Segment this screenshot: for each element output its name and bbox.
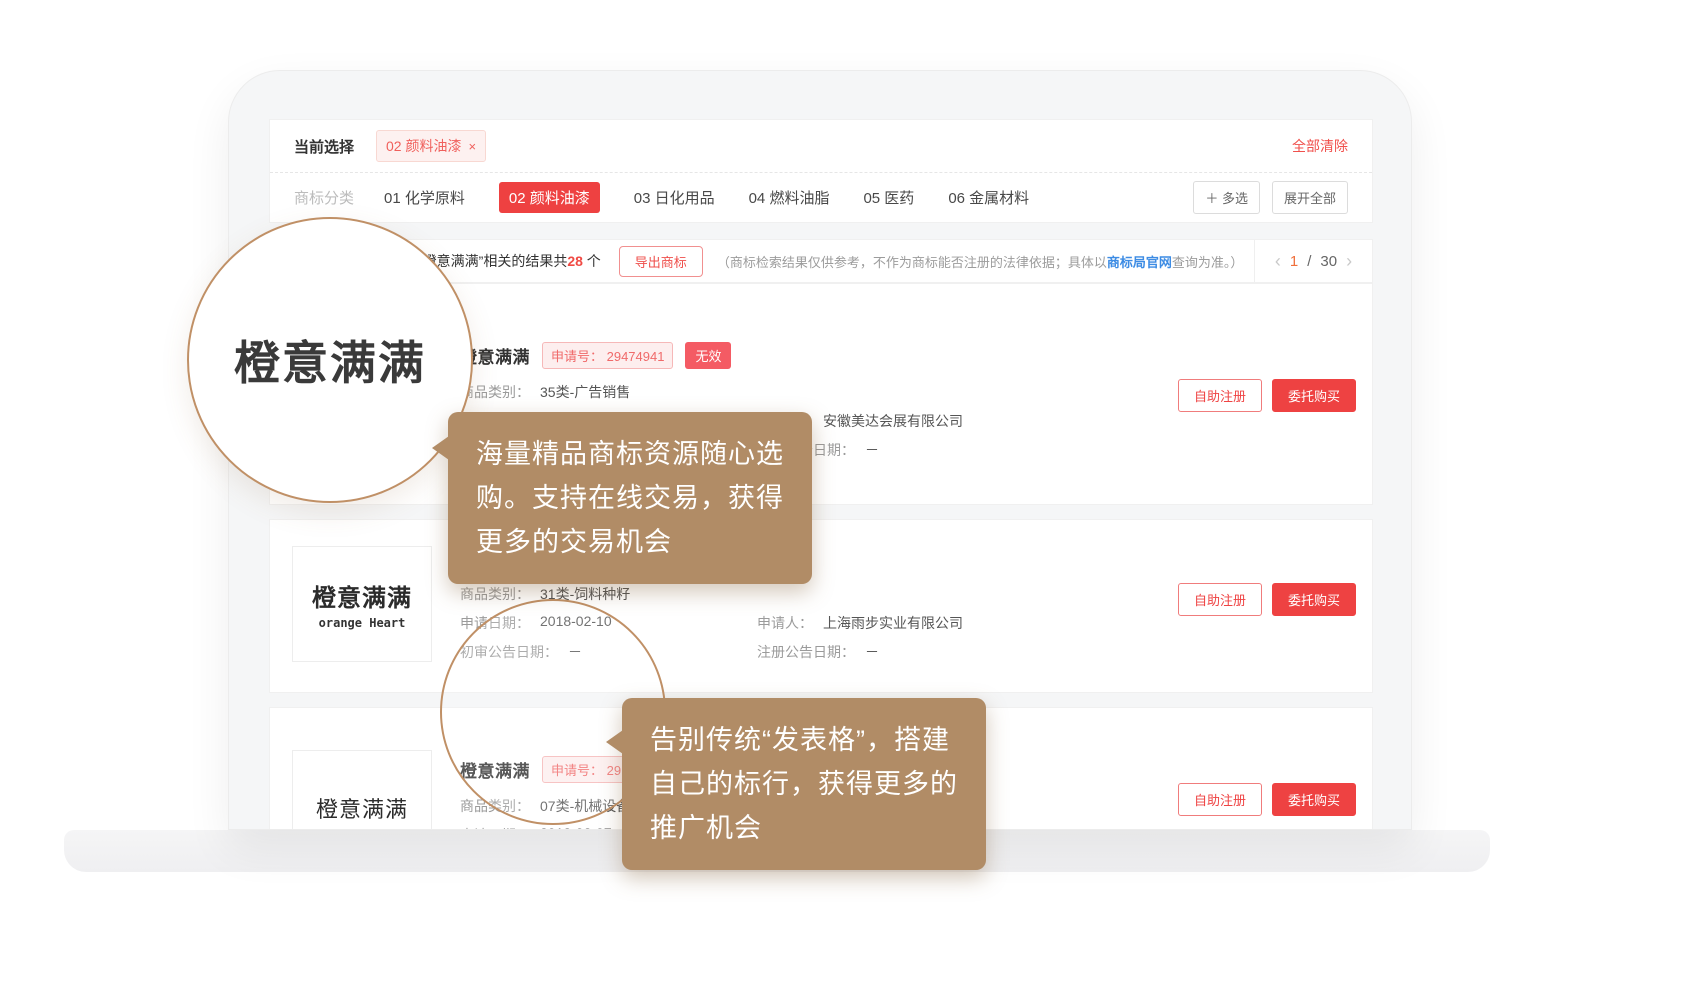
multi-select-button[interactable]: ＋ 多选 bbox=[1193, 181, 1260, 214]
results-count: 28 bbox=[567, 253, 583, 269]
total-pages: 30 bbox=[1320, 253, 1337, 270]
bubble-text-line: 海量精品商标资源随心选 bbox=[476, 432, 784, 476]
entrust-buy-button[interactable]: 委托购买 bbox=[1272, 379, 1356, 412]
entrust-buy-button[interactable]: 委托购买 bbox=[1272, 583, 1356, 616]
filter-panel: 当前选择 02 颜料油漆 × 全部清除 商标分类 01 化学原料 02 颜料油漆… bbox=[269, 119, 1373, 223]
bubble-text-line: 更多的交易机会 bbox=[476, 520, 784, 564]
self-register-button[interactable]: 自助注册 bbox=[1178, 783, 1262, 816]
disclaimer-note: （商标检索结果仅供参考，不作为商标能否注册的法律依据；具体以商标局官网查询为准。… bbox=[717, 252, 1254, 271]
category-item-04[interactable]: 04 燃料油脂 bbox=[749, 182, 830, 213]
category-item-05[interactable]: 05 医药 bbox=[863, 182, 914, 213]
chip-close-icon[interactable]: × bbox=[468, 139, 476, 154]
current-selection-label: 当前选择 bbox=[294, 136, 354, 157]
trademark-image-3: 橙意满满 bbox=[292, 750, 432, 830]
next-page-icon[interactable]: › bbox=[1346, 252, 1352, 270]
field-label: 申请人： bbox=[757, 613, 813, 633]
self-register-button[interactable]: 自助注册 bbox=[1178, 583, 1262, 616]
bubble-text-line: 自己的标行，获得更多的 bbox=[650, 762, 958, 806]
status-badge-invalid: 无效 bbox=[685, 342, 731, 369]
trademark-image-2: 橙意满满 orange Heart bbox=[292, 546, 432, 662]
bubble-text-line: 告别传统“发表格”，搭建 bbox=[650, 718, 958, 762]
trademark-office-link[interactable]: 商标局官网 bbox=[1107, 255, 1172, 270]
field-value: 2018-02-07 bbox=[540, 825, 612, 830]
results-summary-suffix: 个 bbox=[583, 253, 601, 269]
current-page: 1 bbox=[1290, 253, 1298, 270]
field-value: 35类-广告销售 bbox=[540, 382, 630, 402]
field-value: － bbox=[865, 440, 879, 460]
application-no-tag: 申请号： 29474941 bbox=[542, 342, 673, 369]
result-row-2: 橙意满满 orange Heart 橙意满满 申请号： 29482153 已注册… bbox=[269, 519, 1373, 693]
bubble-text-line: 推广机会 bbox=[650, 806, 958, 850]
bubble-arrow-left-icon bbox=[606, 730, 623, 754]
category-item-02-selected[interactable]: 02 颜料油漆 bbox=[499, 182, 600, 213]
bubble-arrow-left-icon bbox=[432, 436, 449, 460]
current-selection-row: 当前选择 02 颜料油漆 × 全部清除 bbox=[270, 120, 1372, 172]
stage: 当前选择 02 颜料油漆 × 全部清除 商标分类 01 化学原料 02 颜料油漆… bbox=[0, 0, 1696, 1002]
magnifier-circle-1: 橙意满满 bbox=[187, 217, 473, 503]
callout-bubble-1: 海量精品商标资源随心选 购。支持在线交易，获得 更多的交易机会 bbox=[448, 412, 812, 584]
trademark-image-text: 橙意满满 bbox=[316, 792, 408, 824]
self-register-button[interactable]: 自助注册 bbox=[1178, 379, 1262, 412]
category-item-03[interactable]: 03 日化用品 bbox=[634, 182, 715, 213]
category-item-01[interactable]: 01 化学原料 bbox=[384, 182, 465, 213]
bubble-text-line: 购。支持在线交易，获得 bbox=[476, 476, 784, 520]
category-bar-label: 商标分类 bbox=[294, 187, 354, 208]
field-label: 商品类别： bbox=[460, 584, 530, 604]
magnified-trademark-text: 橙意满满 bbox=[234, 327, 426, 393]
export-trademark-button[interactable]: 导出商标 bbox=[619, 246, 703, 277]
category-row: 商标分类 01 化学原料 02 颜料油漆 03 日化用品 04 燃料油脂 05 … bbox=[270, 172, 1372, 222]
disclaimer-post: 查询为准。） bbox=[1172, 255, 1244, 270]
callout-bubble-2: 告别传统“发表格”，搭建 自己的标行，获得更多的 推广机会 bbox=[622, 698, 986, 870]
selected-filter-chip[interactable]: 02 颜料油漆 × bbox=[376, 130, 486, 162]
field-value: 上海雨步实业有限公司 bbox=[823, 613, 963, 633]
expand-all-button[interactable]: 展开全部 bbox=[1272, 181, 1348, 214]
entrust-buy-button[interactable]: 委托购买 bbox=[1272, 783, 1356, 816]
category-actions: ＋ 多选 展开全部 bbox=[1193, 181, 1348, 214]
field-label: 申请日期： bbox=[460, 825, 530, 830]
category-item-06[interactable]: 06 金属材料 bbox=[948, 182, 1029, 213]
trademark-image-subtext: orange Heart bbox=[319, 616, 406, 630]
page-separator: / bbox=[1307, 253, 1311, 270]
prev-page-icon[interactable]: ‹ bbox=[1275, 252, 1281, 270]
pagination: ‹ 1 / 30 › bbox=[1254, 240, 1372, 282]
trademark-image-text: 橙意满满 bbox=[312, 578, 412, 613]
field-value: 安徽美达会展有限公司 bbox=[823, 411, 963, 431]
selected-filter-chip-label: 02 颜料油漆 bbox=[386, 136, 461, 156]
clear-all-link[interactable]: 全部清除 bbox=[1292, 136, 1348, 156]
field-label: 注册公告日期： bbox=[757, 642, 855, 662]
disclaimer-pre: （商标检索结果仅供参考，不作为商标能否注册的法律依据；具体以 bbox=[717, 255, 1107, 270]
field-value: － bbox=[865, 642, 879, 662]
